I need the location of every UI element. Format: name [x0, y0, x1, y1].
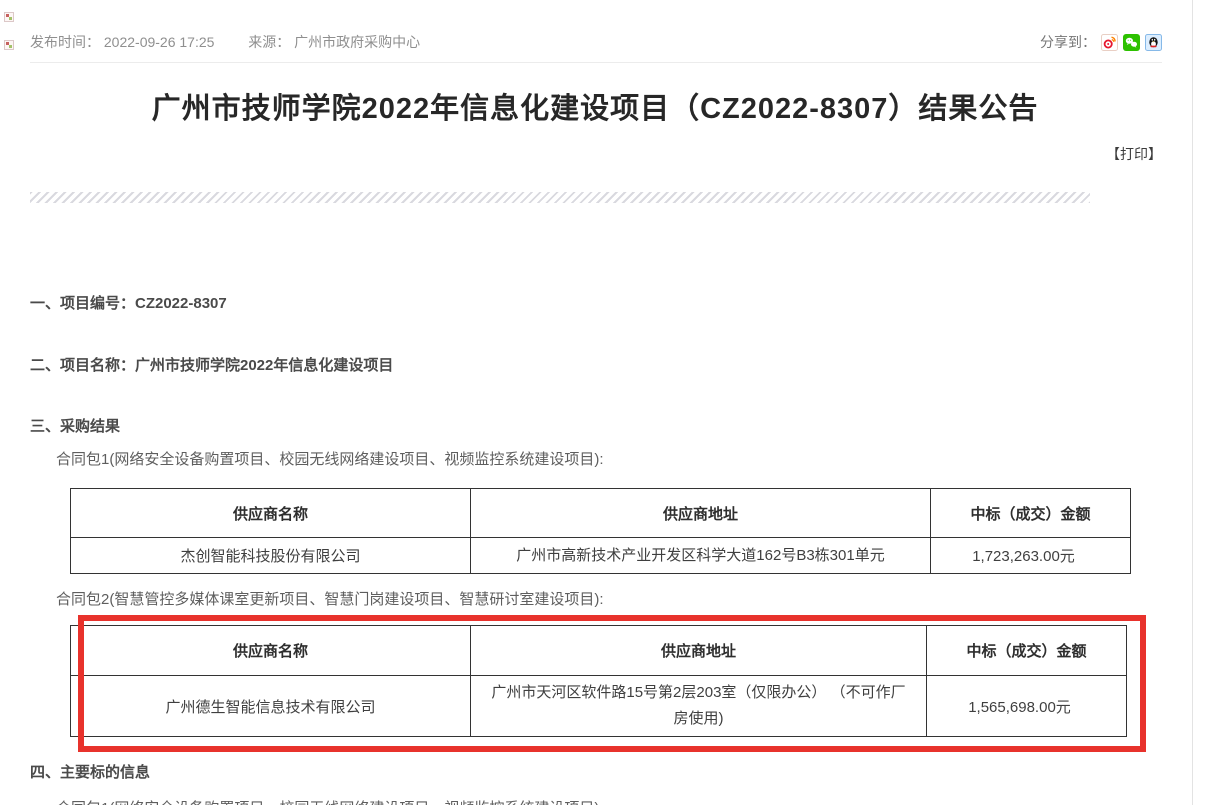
qq-share-icon[interactable]	[1145, 34, 1162, 51]
content-right-border	[1192, 0, 1193, 805]
col-header-supplier-name: 供应商名称	[71, 626, 471, 676]
supplier-address-cell: 广州市天河区软件路15号第2层203室（仅限办公） （不可作厂房使用)	[471, 676, 927, 737]
page-title: 广州市技师学院2022年信息化建设项目（CZ2022-8307）结果公告	[30, 90, 1160, 128]
supplier-name-cell: 杰创智能科技股份有限公司	[71, 538, 471, 574]
publish-info: 发布时间： 2022-09-26 17:25 来源： 广州市政府采购中心	[30, 32, 420, 52]
share-group: 分享到：	[1040, 32, 1162, 52]
col-header-award-amount: 中标（成交）金额	[931, 489, 1131, 538]
supplier-name-cell: 广州德生智能信息技术有限公司	[71, 676, 471, 737]
hatched-divider	[30, 192, 1090, 203]
publish-time-value: 2022-09-26 17:25	[104, 34, 215, 50]
package2-result-table: 供应商名称 供应商地址 中标（成交）金额 广州德生智能信息技术有限公司 广州市天…	[70, 625, 1127, 737]
publish-time-label: 发布时间：	[30, 32, 100, 52]
wechat-share-icon[interactable]	[1123, 34, 1140, 51]
col-header-award-amount: 中标（成交）金额	[927, 626, 1127, 676]
broken-image-icon	[4, 40, 14, 50]
meta-bar: 发布时间： 2022-09-26 17:25 来源： 广州市政府采购中心 分享到…	[30, 32, 1162, 52]
table-row: 广州德生智能信息技术有限公司 广州市天河区软件路15号第2层203室（仅限办公）…	[71, 676, 1127, 737]
supplier-address-cell: 广州市高新技术产业开发区科学大道162号B3栋301单元	[471, 538, 931, 574]
print-button[interactable]: 【打印】	[1106, 144, 1162, 164]
source-value: 广州市政府采购中心	[294, 32, 420, 52]
share-label: 分享到：	[1040, 32, 1096, 52]
col-header-supplier-address: 供应商地址	[471, 626, 927, 676]
package1-result-table: 供应商名称 供应商地址 中标（成交）金额 杰创智能科技股份有限公司 广州市高新技…	[70, 488, 1131, 574]
col-header-supplier-address: 供应商地址	[471, 489, 931, 538]
package1-intro: 合同包1(网络安全设备购置项目、校园无线网络建设项目、视频监控系统建设项目):	[56, 448, 604, 469]
section-procurement-result: 三、采购结果	[30, 415, 120, 436]
col-header-supplier-name: 供应商名称	[71, 489, 471, 538]
weibo-share-icon[interactable]	[1101, 34, 1118, 51]
table-header-row: 供应商名称 供应商地址 中标（成交）金额	[71, 489, 1131, 538]
announcement-page: 发布时间： 2022-09-26 17:25 来源： 广州市政府采购中心 分享到…	[0, 0, 1218, 805]
broken-image-icon	[4, 12, 14, 22]
section-project-number: 一、项目编号：CZ2022-8307	[30, 292, 227, 313]
section-main-subject-info: 四、主要标的信息	[30, 761, 150, 782]
source-label: 来源：	[248, 32, 290, 52]
clipped-bottom-text: 合同包1(网络安全设备购置项目、校园无线网络建设项目、视频监控系统建设项目):	[56, 797, 604, 805]
package2-intro: 合同包2(智慧管控多媒体课室更新项目、智慧门岗建设项目、智慧研讨室建设项目):	[56, 588, 604, 609]
section-project-name: 二、项目名称：广州市技师学院2022年信息化建设项目	[30, 354, 393, 375]
meta-divider	[30, 62, 1162, 63]
award-amount-cell: 1,723,263.00元	[931, 538, 1131, 574]
table-header-row: 供应商名称 供应商地址 中标（成交）金额	[71, 626, 1127, 676]
table-row: 杰创智能科技股份有限公司 广州市高新技术产业开发区科学大道162号B3栋301单…	[71, 538, 1131, 574]
award-amount-cell: 1,565,698.00元	[927, 676, 1127, 737]
